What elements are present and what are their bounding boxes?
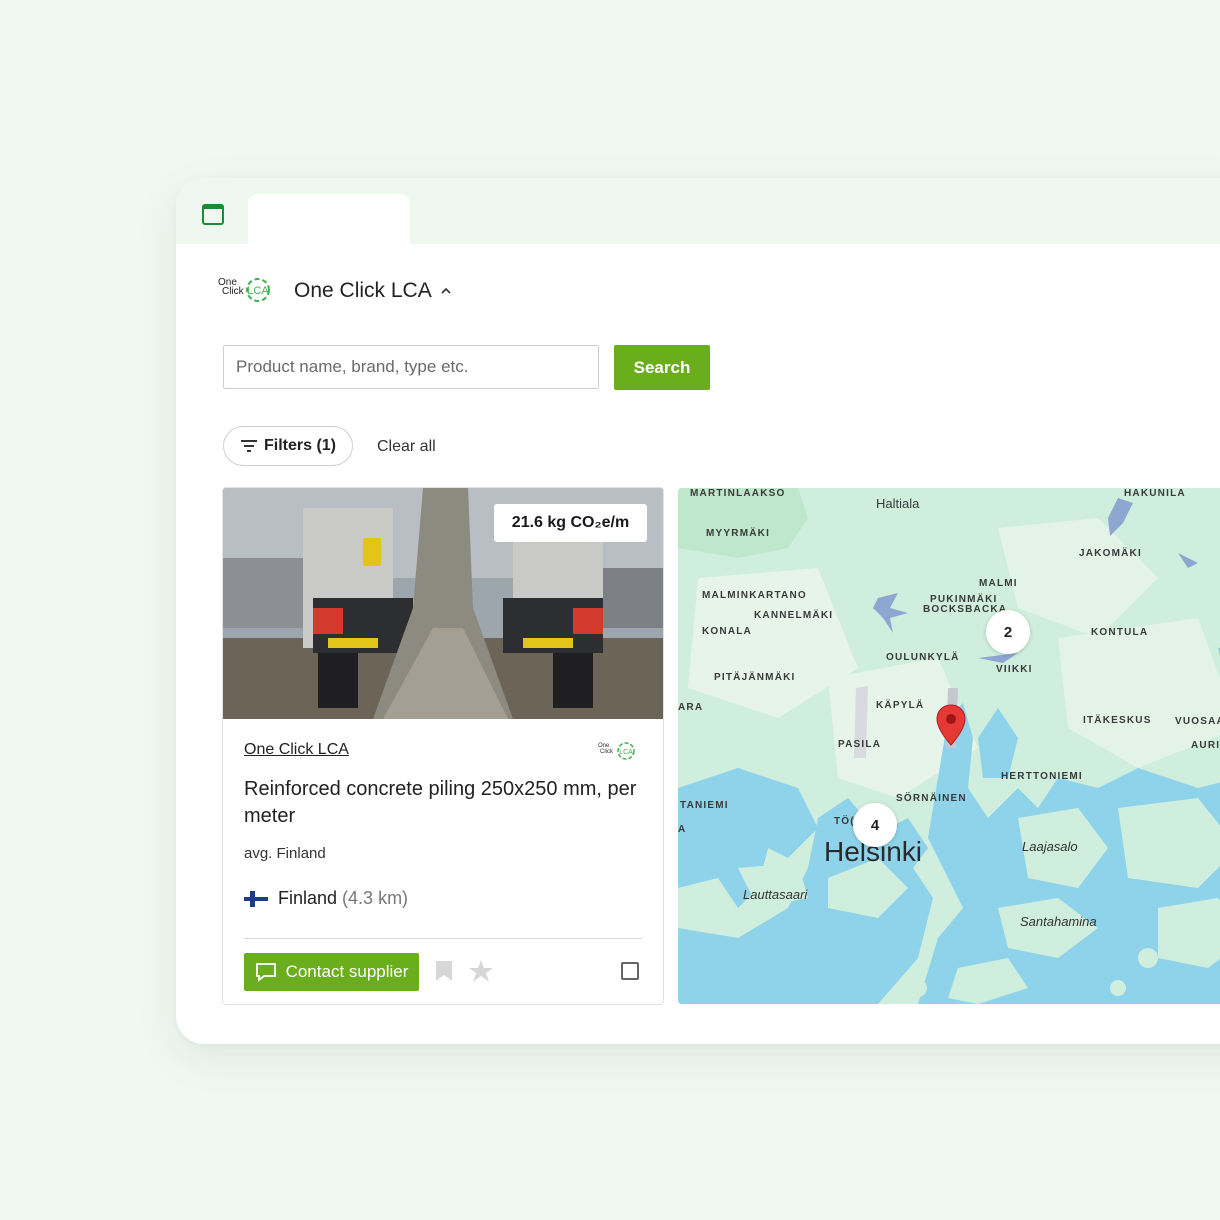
search-input[interactable] — [223, 345, 599, 389]
map-label-kontula: KONTULA — [1091, 627, 1149, 638]
card-divider — [244, 938, 642, 939]
map-label-itakeskus: ITÄKESKUS — [1083, 715, 1152, 726]
chat-icon — [255, 963, 276, 982]
logo-text-click: Click — [222, 286, 244, 297]
map-label-ara: ARA — [678, 702, 704, 713]
map-cluster[interactable]: 4 — [853, 803, 897, 847]
compare-checkbox[interactable] — [621, 962, 639, 980]
map-label-viikki: VIIKKI — [996, 664, 1033, 675]
map-label-kapyla: KÄPYLÄ — [876, 700, 925, 711]
supplier-link[interactable]: One Click LCA — [244, 741, 349, 759]
svg-text:LCA: LCA — [247, 285, 269, 297]
map-panel[interactable]: MARTINLAAKSO Haltiala HAKUNILA MYYRMÄKI … — [678, 488, 1220, 1004]
mini-lca-ring-icon: LCA — [617, 742, 635, 760]
filter-icon — [240, 440, 257, 452]
product-title: Reinforced concrete piling 250x250 mm, p… — [244, 778, 637, 827]
map-label-jakomaki: JAKOMÄKI — [1079, 548, 1142, 559]
map-label-vuosaari: VUOSAA — [1175, 716, 1220, 727]
clear-all-link[interactable]: Clear all — [377, 438, 436, 456]
lca-ring-icon: LCA — [246, 278, 270, 302]
map-label-oulunkyla: OULUNKYLÄ — [886, 652, 960, 663]
map-label-herttoniemi: HERTTONIEMI — [1001, 771, 1083, 782]
brand-name: One Click LCA — [294, 279, 432, 302]
active-tab[interactable] — [248, 194, 410, 246]
country-name: Finland — [278, 888, 338, 908]
supplier-logo: One Click LCA — [598, 741, 638, 761]
distance: (4.3 km) — [342, 888, 409, 908]
map-label-hakunila: HAKUNILA — [1124, 488, 1186, 499]
map-label-santahamina: Santahamina — [1020, 914, 1097, 929]
co2-badge: 21.6 kg CO₂e/m — [494, 504, 647, 542]
product-card[interactable]: 21.6 kg CO₂e/m One Click LCA One Click LC… — [222, 487, 664, 1005]
bookmark-icon[interactable] — [433, 959, 455, 983]
star-icon[interactable] — [468, 959, 494, 983]
map-label-malmi: MALMI — [979, 578, 1018, 589]
app-window: OneClick LCA One Click LCA Search Filter… — [176, 178, 1220, 1044]
map-label-too: TÖ( — [834, 816, 855, 827]
map-label-sornainen: SÖRNÄINEN — [896, 793, 967, 804]
map-label-kannelmaki: KANNELMÄKI — [754, 610, 834, 621]
filters-label: Filters (1) — [263, 437, 336, 454]
map-label-pasila: PASILA — [838, 739, 882, 750]
map-label-a: A — [678, 824, 687, 835]
svg-text:LCA: LCA — [619, 749, 633, 756]
map-label-laajasalo: Laajasalo — [1022, 839, 1078, 854]
product-subtitle: avg. Finland — [244, 845, 326, 862]
chevron-up-icon — [441, 287, 451, 294]
map-label-malminkartano: MALMINKARTANO — [702, 590, 807, 601]
map-label-taniemi: TANIEMI — [680, 800, 729, 811]
brand-selector[interactable]: One Click LCA One Click LCA — [218, 276, 452, 306]
map-label-pitajanmaki: PITÄJÄNMÄKI — [714, 672, 796, 683]
map-label-haltiala: Haltiala — [876, 496, 920, 511]
mini-logo-text-click: Click — [600, 749, 613, 755]
map-pin-icon[interactable] — [935, 703, 967, 747]
tab-bar — [176, 178, 1220, 246]
map-label-myyrmaki: MYYRMÄKI — [706, 528, 771, 539]
finland-flag-icon — [244, 890, 268, 907]
map-label-martinlaakso: MARTINLAAKSO — [690, 488, 786, 499]
map-cluster[interactable]: 2 — [986, 610, 1030, 654]
product-location: Finland (4.3 km) — [244, 888, 408, 909]
filters-button[interactable]: Filters (1) — [223, 426, 353, 466]
map-label-lauttasaari: Lauttasaari — [743, 887, 808, 902]
search-button[interactable]: Search — [614, 345, 710, 390]
contact-label: Contact supplier — [285, 962, 409, 981]
contact-supplier-button[interactable]: Contact supplier — [244, 953, 419, 991]
map-label-auri: AURI — [1191, 740, 1220, 751]
one-click-lca-logo: One Click LCA — [218, 276, 274, 306]
window-icon — [202, 204, 224, 225]
map-label-konala: KONALA — [702, 626, 752, 637]
